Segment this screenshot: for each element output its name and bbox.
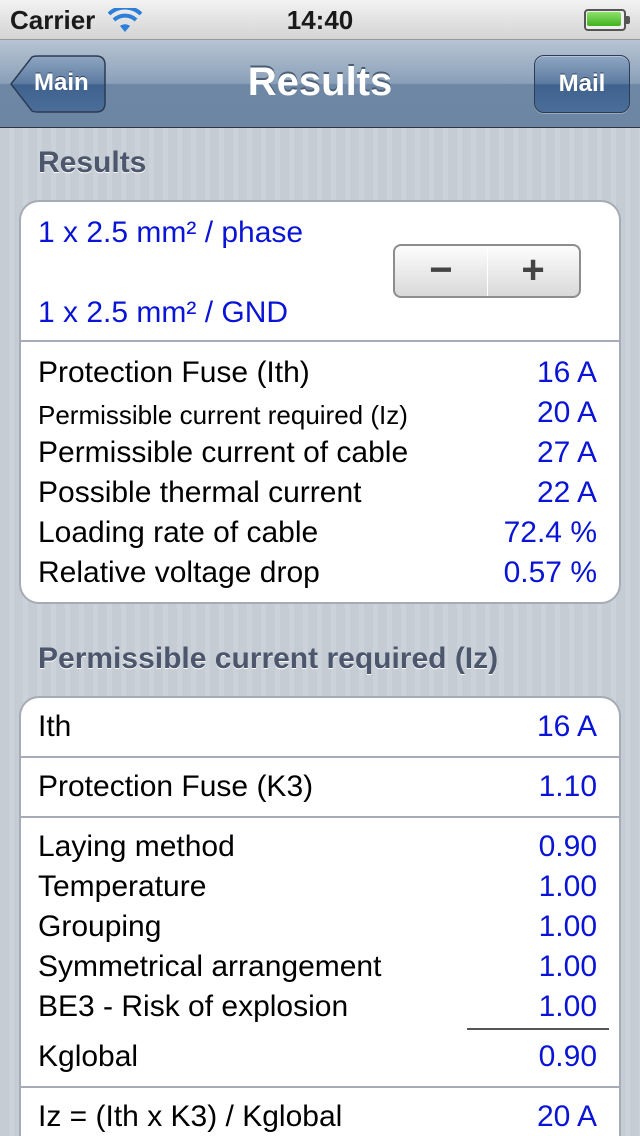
ith-label: Ith: [38, 710, 72, 743]
row-value: 72.4 %: [503, 516, 597, 549]
k3-label: Protection Fuse (K3): [38, 770, 314, 803]
row-value: 0.57 %: [503, 556, 597, 589]
mail-button[interactable]: Mail: [534, 55, 630, 113]
result-row-permissible-current-required: Permissible current required (Iz) 20 A: [21, 394, 619, 434]
kglobal-row: Kglobal 0.90: [21, 1038, 619, 1078]
factor-value: 1.00: [538, 950, 597, 983]
factor-value: 1.00: [538, 910, 597, 943]
cable-stepper: − +: [393, 244, 581, 298]
ith-cell: Ith 16 A: [21, 698, 619, 758]
factor-row-risk-of-explosion: BE3 - Risk of explosion 1.00: [21, 988, 619, 1028]
factor-value: 0.90: [538, 830, 597, 863]
row-value: 22 A: [536, 476, 597, 509]
factor-row-temperature: Temperature 1.00: [21, 868, 619, 908]
formula-label: Iz = (Ith x K3) / Kglobal: [38, 1100, 343, 1133]
factor-label: Laying method: [38, 830, 235, 863]
k3-cell: Protection Fuse (K3) 1.10: [21, 758, 619, 818]
cable-gnd-label: 1 x 2.5 mm² / GND: [38, 296, 289, 329]
result-row-voltage-drop: Relative voltage drop 0.57 %: [21, 554, 619, 594]
result-row-permissible-current-cable: Permissible current of cable 27 A: [21, 434, 619, 474]
factors-cell: Laying method 0.90 Temperature 1.00 Grou…: [21, 818, 619, 1088]
iz-group: Ith 16 A Protection Fuse (K3) 1.10 Layin…: [19, 696, 621, 1136]
battery-icon: [584, 9, 630, 31]
iz-section-header: Permissible current required (Iz): [38, 642, 499, 675]
factor-row-grouping: Grouping 1.00: [21, 908, 619, 948]
kglobal-label: Kglobal: [38, 1040, 139, 1073]
row-value: 27 A: [536, 436, 597, 469]
result-row-thermal-current: Possible thermal current 22 A: [21, 474, 619, 514]
factor-value: 1.00: [538, 870, 597, 903]
factor-row-laying-method: Laying method 0.90: [21, 828, 619, 868]
factor-label: Grouping: [38, 910, 162, 943]
stepper-minus-button[interactable]: −: [395, 246, 487, 296]
cable-cell: 1 x 2.5 mm² / phase 1 x 2.5 mm² / GND − …: [21, 202, 619, 342]
factor-label: Symmetrical arrangement: [38, 950, 382, 983]
ith-value: 16 A: [536, 710, 597, 743]
k3-row: Protection Fuse (K3) 1.10: [21, 768, 619, 808]
k3-value: 1.10: [538, 770, 597, 803]
row-label: Loading rate of cable: [38, 516, 319, 549]
results-section-header: Results: [38, 146, 147, 179]
sum-divider: [467, 1028, 609, 1030]
row-label: Possible thermal current: [38, 476, 362, 509]
results-list: Protection Fuse (Ith) 16 A Permissible c…: [21, 342, 619, 602]
formula-cell: Iz = (Ith x K3) / Kglobal 20 A: [21, 1088, 619, 1136]
status-bar: Carrier 14:40: [0, 0, 640, 40]
row-value: 20 A: [536, 396, 597, 429]
row-label: Permissible current required (Iz): [38, 400, 408, 430]
factor-row-symmetrical-arrangement: Symmetrical arrangement 1.00: [21, 948, 619, 988]
factor-label: BE3 - Risk of explosion: [38, 990, 349, 1023]
results-group: 1 x 2.5 mm² / phase 1 x 2.5 mm² / GND − …: [19, 200, 621, 604]
factor-label: Temperature: [38, 870, 207, 903]
ith-row: Ith 16 A: [21, 708, 619, 748]
formula-value: 20 A: [536, 1100, 597, 1133]
cable-phase-label: 1 x 2.5 mm² / phase: [38, 216, 304, 249]
result-row-loading-rate: Loading rate of cable 72.4 %: [21, 514, 619, 554]
result-row-protection-fuse: Protection Fuse (Ith) 16 A: [21, 354, 619, 394]
navigation-bar: Main Results Mail: [0, 40, 640, 128]
clock: 14:40: [286, 5, 354, 35]
formula-row: Iz = (Ith x K3) / Kglobal 20 A: [21, 1098, 619, 1136]
row-label: Protection Fuse (Ith): [38, 356, 310, 389]
row-value: 16 A: [536, 356, 597, 389]
row-label: Relative voltage drop: [38, 556, 320, 589]
stepper-plus-button[interactable]: +: [487, 246, 579, 296]
kglobal-value: 0.90: [538, 1040, 597, 1073]
factor-value: 1.00: [538, 990, 597, 1023]
row-label: Permissible current of cable: [38, 436, 409, 469]
